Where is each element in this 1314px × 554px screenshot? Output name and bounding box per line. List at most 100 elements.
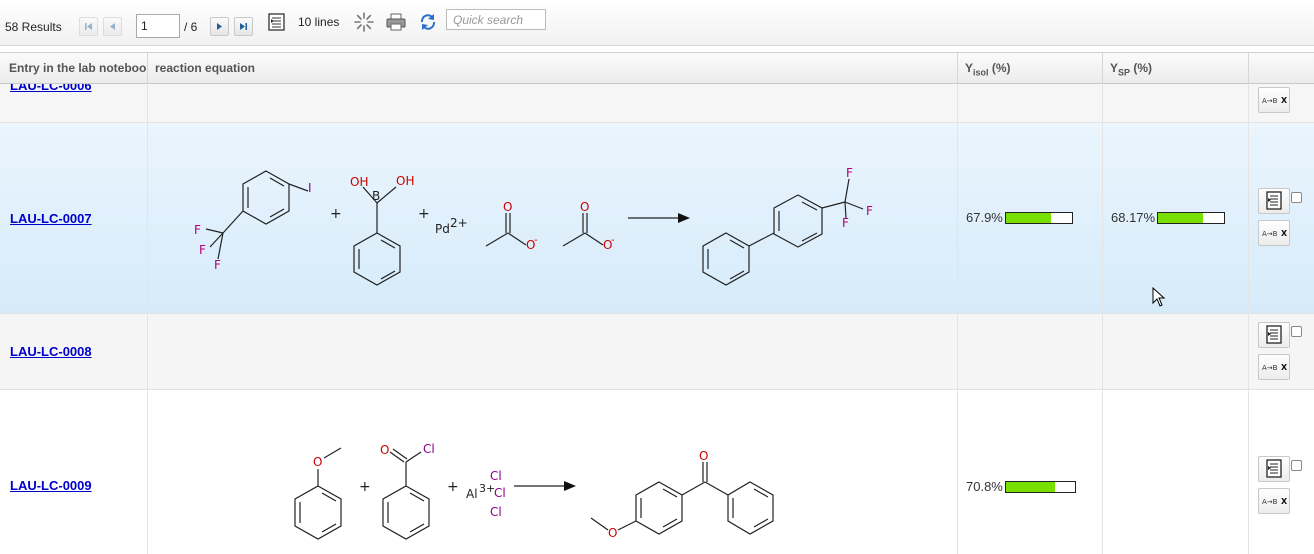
svg-text:F: F xyxy=(866,204,873,218)
equation-cell: I F F F + B OH OH + Pd 2+ O O - O O - F … xyxy=(148,123,958,313)
column-header-ysp[interactable]: YSP (%) xyxy=(1103,53,1249,84)
details-icon xyxy=(1266,191,1282,210)
svg-text:+: + xyxy=(330,206,342,222)
svg-text:F: F xyxy=(846,166,853,180)
svg-text:X: X xyxy=(1281,497,1288,506)
column-header-entry[interactable]: Entry in the lab notebook xyxy=(0,53,148,84)
entry-cell: LAU-LC-0008 xyxy=(0,314,148,389)
svg-text:O: O xyxy=(699,449,708,463)
svg-text:O: O xyxy=(503,200,512,214)
column-header-yisol[interactable]: Yisol (%) xyxy=(958,53,1103,84)
first-page-button[interactable] xyxy=(79,17,98,36)
table-row[interactable]: LAU-LC-0007 I F F F + B OH OH + Pd 2+ O … xyxy=(0,123,1314,314)
column-header-actions xyxy=(1249,53,1314,84)
refresh-icon xyxy=(420,14,436,30)
entry-link[interactable]: LAU-LC-0007 xyxy=(10,211,92,226)
svg-text:O: O xyxy=(608,526,617,540)
yisol-symbol: Y xyxy=(965,61,974,75)
toolbar: 58 Results / 6 10 lines xyxy=(0,0,1314,46)
svg-text:O: O xyxy=(580,200,589,214)
reaction-arrow-icon: A→B X xyxy=(1262,229,1288,238)
reaction-view-button[interactable]: A→B X xyxy=(1258,87,1290,113)
svg-text:I: I xyxy=(308,181,312,195)
table-row[interactable]: LAU-LC-0008 A→B X xyxy=(0,314,1314,390)
yisol-bar xyxy=(1004,480,1076,493)
prev-page-button[interactable] xyxy=(103,17,122,36)
svg-text:F: F xyxy=(199,243,206,257)
svg-text:X: X xyxy=(1281,96,1288,105)
ysp-subscript: SP xyxy=(1118,67,1131,78)
reaction-view-button[interactable]: A→B X xyxy=(1258,488,1290,514)
spinner-icon xyxy=(354,12,374,32)
row-select-checkbox[interactable] xyxy=(1291,326,1302,337)
svg-text:2+: 2+ xyxy=(450,216,468,230)
details-icon xyxy=(1266,459,1282,478)
entry-link[interactable]: LAU-LC-0009 xyxy=(10,478,92,493)
equation-cell: O + O Cl + Al 3+ Cl Cl Cl O O xyxy=(148,390,958,554)
svg-text:Cl: Cl xyxy=(494,486,506,500)
svg-text:+: + xyxy=(447,479,459,495)
yisol-bar-fill xyxy=(1005,212,1051,223)
details-button[interactable] xyxy=(1258,188,1290,214)
ysp-bar xyxy=(1157,211,1226,224)
entry-link[interactable]: LAU-LC-0006 xyxy=(10,84,92,93)
svg-text:Cl: Cl xyxy=(490,469,502,483)
page-size-button[interactable] xyxy=(266,11,288,33)
yisol-value: 70.8% xyxy=(966,479,1076,494)
yisol-subscript: isol xyxy=(973,67,989,78)
ysp-percent: 68.17% xyxy=(1111,210,1156,225)
entry-cell: LAU-LC-0007 xyxy=(0,123,148,313)
prev-page-icon xyxy=(110,23,115,30)
reaction-structure: I F F F + B OH OH + Pd 2+ O O - O O - F … xyxy=(194,166,873,286)
svg-text:Cl: Cl xyxy=(490,505,502,519)
quick-search-input[interactable]: Quick search xyxy=(446,9,546,30)
refresh-button[interactable] xyxy=(417,11,439,33)
ysp-value: 68.17% xyxy=(1111,210,1226,225)
svg-text:-: - xyxy=(534,235,538,246)
column-header-equation[interactable]: reaction equation xyxy=(148,53,958,84)
reaction-structure: O + O Cl + Al 3+ Cl Cl Cl O O xyxy=(294,442,774,540)
yisol-unit: (%) xyxy=(988,61,1011,75)
ysp-unit: (%) xyxy=(1130,61,1153,75)
row-select-checkbox[interactable] xyxy=(1291,192,1302,203)
yisol-cell: 67.9% xyxy=(958,123,1103,313)
svg-text:A→B: A→B xyxy=(1262,498,1278,506)
ysp-cell xyxy=(1103,84,1249,122)
yisol-cell xyxy=(958,84,1103,122)
entry-link[interactable]: LAU-LC-0008 xyxy=(10,344,92,359)
loading-button[interactable] xyxy=(353,11,375,33)
svg-text:Pd: Pd xyxy=(435,222,450,236)
reaction-view-button[interactable]: A→B X xyxy=(1258,220,1290,246)
grid-header: Entry in the lab notebook reaction equat… xyxy=(0,52,1314,84)
svg-text:X: X xyxy=(1281,229,1288,238)
table-row[interactable]: LAU-LC-0006 A→B X xyxy=(0,84,1314,123)
svg-text:OH: OH xyxy=(350,175,368,189)
reaction-arrow-icon: A→B X xyxy=(1262,497,1288,506)
svg-text:Cl: Cl xyxy=(423,442,435,456)
page-size-icon xyxy=(268,13,285,31)
ysp-cell: 68.17% xyxy=(1103,123,1249,313)
svg-text:Al: Al xyxy=(466,487,478,501)
entry-cell: LAU-LC-0009 xyxy=(0,390,148,554)
details-icon xyxy=(1266,325,1282,344)
entry-cell: LAU-LC-0006 xyxy=(0,84,148,122)
page-number-input[interactable] xyxy=(136,14,180,38)
row-select-checkbox[interactable] xyxy=(1291,460,1302,471)
equation-cell xyxy=(148,314,958,389)
print-icon xyxy=(386,13,406,31)
reaction-arrow-icon: A→B X xyxy=(1262,96,1288,105)
equation-cell xyxy=(148,84,958,122)
print-button[interactable] xyxy=(385,11,407,33)
reaction-arrow-icon: A→B X xyxy=(1262,363,1288,372)
next-page-button[interactable] xyxy=(210,17,229,36)
ysp-cell xyxy=(1103,390,1249,554)
svg-text:3+: 3+ xyxy=(479,482,495,495)
yisol-value: 67.9% xyxy=(966,210,1073,225)
last-page-button[interactable] xyxy=(234,17,253,36)
svg-text:A→B: A→B xyxy=(1262,97,1278,105)
reaction-view-button[interactable]: A→B X xyxy=(1258,354,1290,380)
details-button[interactable] xyxy=(1258,322,1290,348)
details-button[interactable] xyxy=(1258,456,1290,482)
table-row[interactable]: LAU-LC-0009 O + O Cl + Al 3+ Cl Cl Cl O … xyxy=(0,390,1314,554)
ysp-bar-fill xyxy=(1158,212,1204,223)
